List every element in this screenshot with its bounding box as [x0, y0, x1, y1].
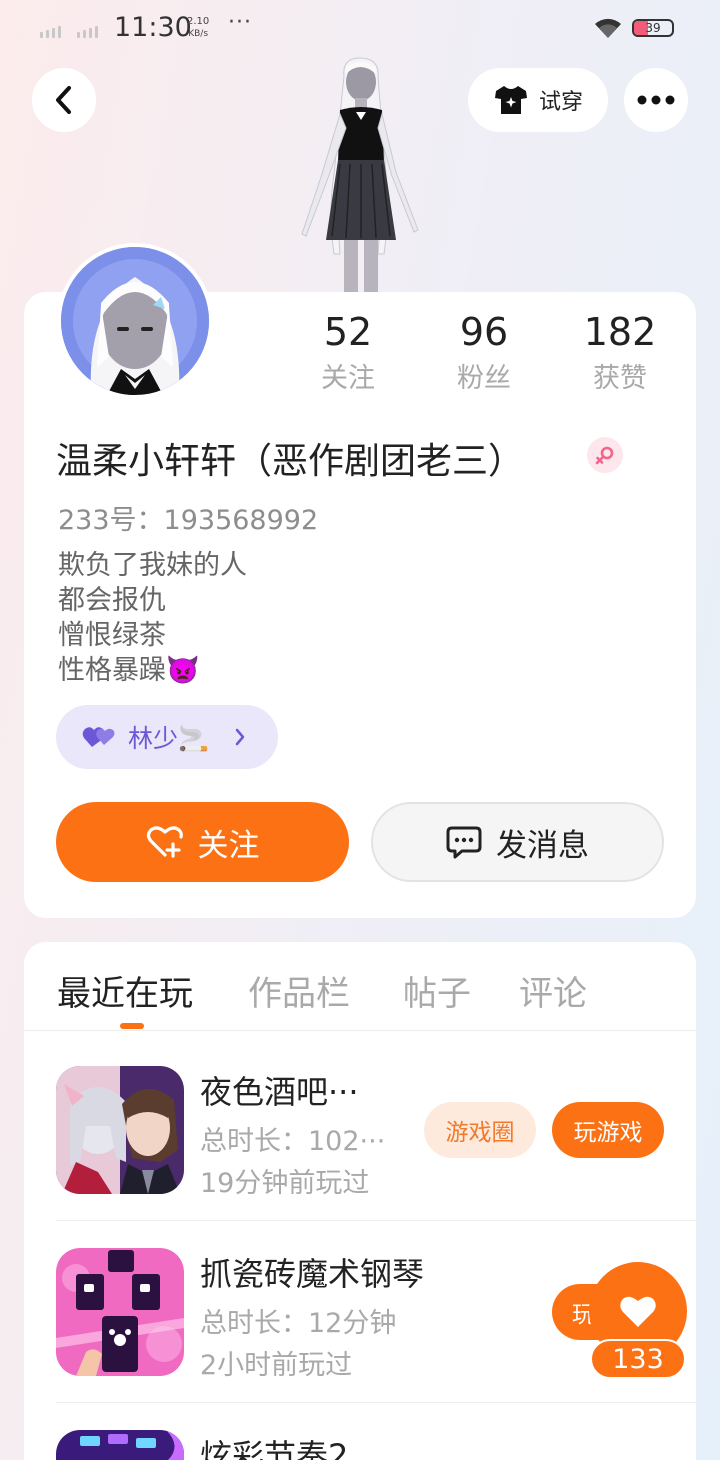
user-id: 233号：193568992	[58, 505, 319, 536]
battery-indicator: 39	[632, 19, 674, 37]
status-time: 11:30	[114, 12, 192, 43]
bio-line: 性格暴躁👿	[58, 655, 200, 686]
avatar-3d-figure	[301, 57, 419, 294]
game-thumbnail	[56, 1066, 184, 1194]
tshirt-icon	[494, 86, 527, 114]
tab-posts[interactable]: 帖子	[403, 966, 471, 1015]
game-title: 抓瓷砖魔术钢琴	[200, 1255, 425, 1293]
signal-icon-2	[77, 26, 98, 38]
stat-following-label: 关注	[321, 363, 375, 394]
game-last-played: 2小时前玩过	[200, 1350, 353, 1381]
row-divider	[56, 1402, 696, 1403]
heart-plus-icon	[146, 826, 183, 858]
chevron-right-icon	[235, 728, 245, 746]
signal-icon	[40, 26, 61, 38]
game-icon-night-bar[interactable]	[56, 1066, 184, 1194]
game-thumbnail	[56, 1248, 184, 1376]
bio-line: 憎恨绿茶	[58, 620, 166, 651]
hearts-icon	[82, 727, 115, 747]
bio-line: 欺负了我妹的人	[58, 550, 247, 581]
status-more: ···	[228, 10, 252, 35]
game-icon-magic-piano[interactable]	[56, 1248, 184, 1376]
tab-active-indicator	[120, 1023, 144, 1029]
profile-name: 温柔小轩轩（恶作剧团老三）	[56, 441, 525, 482]
stat-following-value: 52	[323, 310, 373, 354]
net-speed: 2.10 KB/s	[187, 16, 209, 40]
stat-likes-value: 182	[583, 310, 657, 354]
stat-fans[interactable]: 96 粉丝	[424, 310, 544, 395]
like-count: 133	[590, 1339, 686, 1379]
tab-comments[interactable]: 评论	[519, 966, 587, 1015]
game-icon-color-rhythm[interactable]	[56, 1430, 184, 1460]
net-speed-value: 2.10	[187, 16, 210, 27]
row-divider	[56, 1220, 696, 1221]
avatar-image	[61, 247, 209, 395]
stat-likes-label: 获赞	[593, 363, 647, 394]
try-on-label: 试穿	[538, 90, 583, 115]
game-duration: 总时长：102···	[200, 1126, 386, 1157]
send-message-button[interactable]: 发消息	[371, 802, 664, 882]
follow-label: 关注	[197, 827, 260, 864]
cp-name: 林少🚬	[128, 724, 210, 753]
play-game-button[interactable]: 玩游戏	[552, 1102, 664, 1158]
game-title: 炫彩节奏2	[200, 1437, 349, 1460]
game-duration: 总时长：12分钟	[200, 1308, 397, 1339]
send-message-label: 发消息	[496, 827, 589, 864]
try-on-button[interactable]: 试穿	[468, 68, 608, 132]
tab-divider	[24, 1030, 696, 1031]
bio-line: 都会报仇	[58, 585, 166, 616]
chevron-left-icon	[56, 86, 71, 114]
game-title: 夜色酒吧···	[200, 1073, 359, 1111]
cp-relation-chip[interactable]: 林少🚬	[56, 705, 278, 769]
stat-following[interactable]: 52 关注	[288, 310, 408, 395]
back-button[interactable]	[32, 68, 96, 132]
heart-icon	[620, 1296, 656, 1327]
wifi-icon	[595, 18, 621, 38]
follow-button[interactable]: 关注	[56, 802, 349, 882]
chat-bubble-icon	[446, 826, 482, 859]
more-dots-icon	[637, 95, 675, 105]
status-bar: 11:30 2.10 KB/s ··· 39	[0, 0, 720, 58]
avatar[interactable]	[57, 243, 213, 399]
tab-works[interactable]: 作品栏	[248, 966, 350, 1015]
net-speed-unit: KB/s	[188, 29, 209, 39]
stat-likes[interactable]: 182 获赞	[560, 310, 680, 395]
stat-fans-label: 粉丝	[457, 363, 511, 394]
game-thumbnail	[56, 1430, 184, 1460]
more-options-button[interactable]	[624, 68, 688, 132]
battery-level: 39	[645, 21, 661, 35]
female-icon	[587, 437, 623, 473]
game-circle-button[interactable]: 游戏圈	[424, 1102, 536, 1158]
stat-fans-value: 96	[459, 310, 509, 354]
game-last-played: 19分钟前玩过	[200, 1168, 370, 1199]
tab-recently-played[interactable]: 最近在玩	[57, 966, 193, 1015]
content-card	[24, 942, 696, 1460]
bio: 欺负了我妹的人 都会报仇 憎恨绿茶 性格暴躁👿	[58, 548, 247, 688]
